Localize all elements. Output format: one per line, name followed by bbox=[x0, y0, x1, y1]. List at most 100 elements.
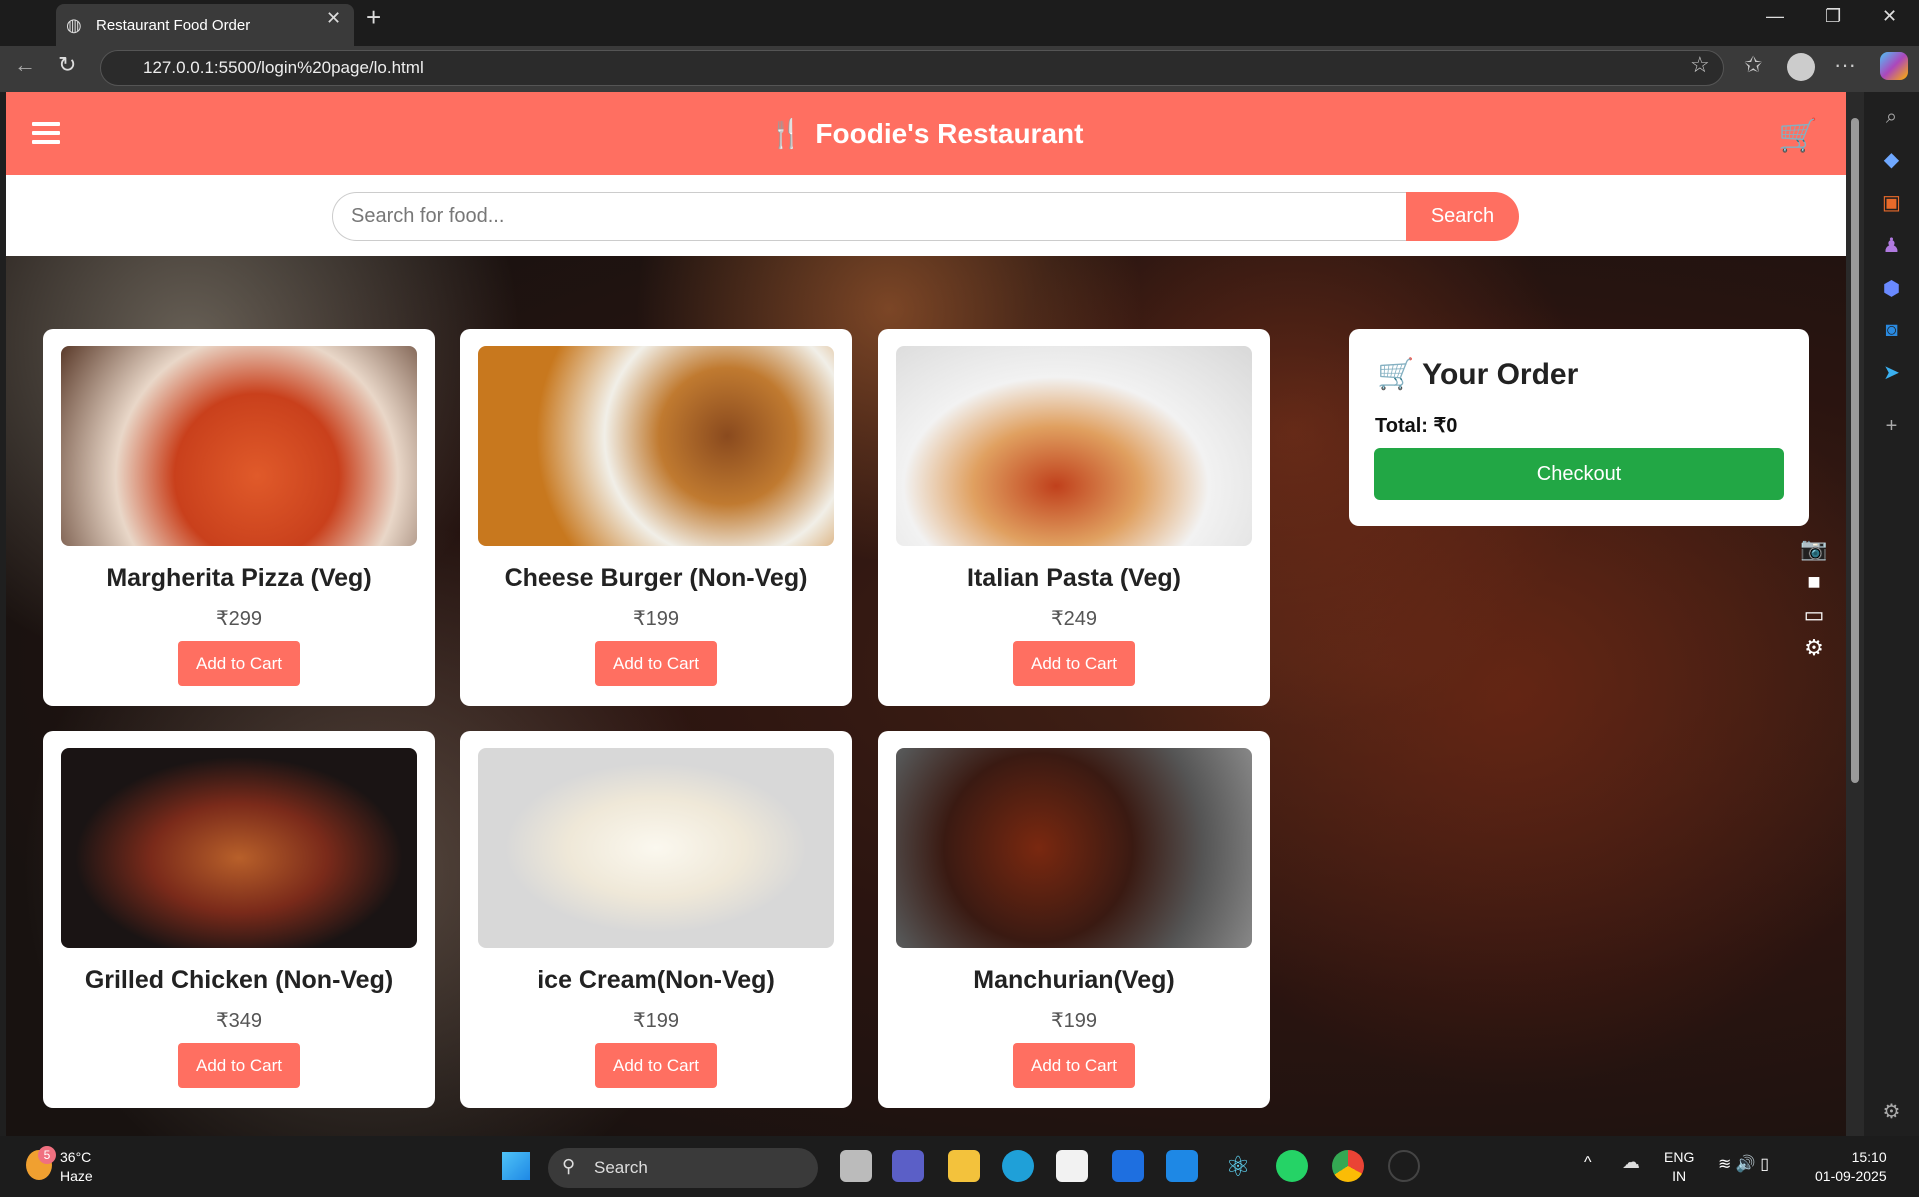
item-price: ₹299 bbox=[215, 608, 263, 630]
menu-card: ice Cream(Non-Veg) ₹199 Add to Cart bbox=[460, 731, 852, 1108]
taskbar-search-text: Search bbox=[594, 1158, 648, 1177]
close-tab-icon[interactable]: ✕ bbox=[326, 8, 341, 29]
search-icon: ⚲ bbox=[562, 1156, 576, 1176]
browser-tab[interactable]: Restaurant Food Order bbox=[56, 4, 354, 46]
language-indicator[interactable]: ENG IN bbox=[1664, 1148, 1694, 1186]
profile-avatar[interactable] bbox=[1787, 53, 1815, 81]
add-icon[interactable]: + bbox=[1864, 415, 1919, 438]
menu-card: Cheese Burger (Non-Veg) ₹199 Add to Cart bbox=[460, 329, 852, 706]
briefcase-icon[interactable]: ▣ bbox=[1864, 190, 1919, 215]
star-icon[interactable]: ☆ bbox=[1690, 52, 1710, 78]
order-title-text: Your Order bbox=[1422, 358, 1579, 391]
edge-icon[interactable] bbox=[1002, 1150, 1034, 1182]
cloud-icon[interactable]: ☁ bbox=[1622, 1152, 1640, 1173]
taskbar: 5 36°C Haze Search ⚲ ⚛ ^ ☁ ENG IN ≋ 🔊 ▯ 15… bbox=[0, 1136, 1919, 1197]
send-icon[interactable]: ➤ bbox=[1864, 360, 1919, 385]
add-to-cart-button[interactable]: Add to Cart bbox=[1013, 1043, 1135, 1088]
video-icon[interactable]: ■ bbox=[1794, 565, 1834, 598]
camera-icon[interactable]: 📷 bbox=[1794, 532, 1834, 565]
item-price: ₹199 bbox=[632, 1010, 680, 1032]
order-title: 🛒 Your Order bbox=[1377, 357, 1578, 392]
task-view-icon[interactable] bbox=[840, 1150, 872, 1182]
add-to-cart-button[interactable]: Add to Cart bbox=[595, 641, 717, 686]
app-icon[interactable] bbox=[1112, 1150, 1144, 1182]
url-text: 127.0.0.1:5500/login%20page/lo.html bbox=[143, 58, 424, 77]
windows-start-icon[interactable] bbox=[502, 1152, 530, 1180]
add-to-cart-button[interactable]: Add to Cart bbox=[1013, 641, 1135, 686]
cart-icon[interactable]: 🛒 bbox=[1778, 116, 1818, 154]
item-name: ice Cream(Non-Veg) bbox=[537, 966, 775, 994]
clock[interactable]: 15:10 01-09-2025 bbox=[1815, 1148, 1887, 1186]
favorites-icon[interactable]: ✩ bbox=[1744, 52, 1762, 78]
item-name: Grilled Chicken (Non-Veg) bbox=[84, 966, 394, 994]
menu-card: Grilled Chicken (Non-Veg) ₹349 Add to Ca… bbox=[43, 731, 435, 1108]
copilot-app-icon[interactable]: ⬢ bbox=[1864, 276, 1919, 301]
site-title-text: Foodie's Restaurant bbox=[815, 117, 1084, 149]
pizza-image bbox=[61, 346, 417, 546]
maximize-icon[interactable]: ❐ bbox=[1825, 6, 1841, 27]
ice-cream-image bbox=[478, 748, 834, 948]
item-price: ₹199 bbox=[1050, 1010, 1098, 1032]
minimize-icon[interactable]: — bbox=[1766, 6, 1784, 27]
search-input[interactable] bbox=[332, 192, 1406, 241]
order-panel: 🛒 Your Order Total: ₹0 Checkout bbox=[1349, 329, 1809, 526]
search-icon[interactable]: ⌕ bbox=[1864, 106, 1919, 129]
item-price: ₹349 bbox=[215, 1010, 263, 1032]
site-title: 🍴 Foodie's Restaurant bbox=[6, 92, 1846, 175]
scrollbar-thumb[interactable] bbox=[1851, 118, 1859, 783]
close-window-icon[interactable]: ✕ bbox=[1882, 6, 1897, 27]
settings-icon[interactable]: ⚙ bbox=[1864, 1099, 1919, 1124]
region-text: IN bbox=[1672, 1168, 1687, 1184]
browser-sidebar: ⌕ ◆ ▣ ♟ ⬢ ◙ ➤ + ⚙ bbox=[1864, 92, 1919, 1136]
new-tab-icon[interactable]: + bbox=[366, 2, 381, 33]
add-to-cart-button[interactable]: Add to Cart bbox=[595, 1043, 717, 1088]
taskbar-search[interactable]: Search bbox=[548, 1148, 818, 1188]
add-to-cart-button[interactable]: Add to Cart bbox=[178, 1043, 300, 1088]
games-icon[interactable]: ♟ bbox=[1864, 233, 1919, 258]
fork-knife-icon: 🍴 bbox=[768, 118, 804, 149]
copilot-icon[interactable] bbox=[1880, 52, 1908, 80]
search-button[interactable]: Search bbox=[1406, 192, 1519, 241]
temperature: 36°C bbox=[60, 1149, 92, 1165]
vscode-icon[interactable] bbox=[1166, 1150, 1198, 1182]
react-icon[interactable]: ⚛ bbox=[1222, 1150, 1254, 1182]
checkout-button[interactable]: Checkout bbox=[1374, 448, 1784, 500]
teams-icon[interactable] bbox=[892, 1150, 924, 1182]
capture-toolbar: 📷 ■ ▭ ⚙ bbox=[1794, 532, 1834, 664]
chevron-up-icon[interactable]: ^ bbox=[1584, 1154, 1592, 1172]
item-price: ₹199 bbox=[632, 608, 680, 630]
web-page: 🍴 Foodie's Restaurant 🛒 Search Margherita… bbox=[6, 92, 1846, 1136]
item-price: ₹249 bbox=[1050, 608, 1098, 630]
outlook-icon[interactable]: ◙ bbox=[1864, 319, 1919, 342]
menu-card: Margherita Pizza (Veg) ₹299 Add to Cart bbox=[43, 329, 435, 706]
item-name: Manchurian(Veg) bbox=[973, 966, 1175, 994]
more-icon[interactable]: ··· bbox=[1834, 52, 1856, 78]
date: 01-09-2025 bbox=[1815, 1168, 1887, 1184]
globe-icon: ◍ bbox=[66, 15, 82, 35]
settings-icon[interactable]: ⚙ bbox=[1794, 631, 1834, 664]
weather-text: Haze bbox=[60, 1168, 93, 1184]
item-name: Italian Pasta (Veg) bbox=[967, 564, 1181, 592]
window-icon[interactable]: ▭ bbox=[1794, 598, 1834, 631]
item-name: Margherita Pizza (Veg) bbox=[106, 564, 372, 592]
back-icon[interactable]: ← bbox=[14, 52, 36, 78]
store-icon[interactable] bbox=[1056, 1150, 1088, 1182]
address-bar[interactable]: 127.0.0.1:5500/login%20page/lo.html bbox=[100, 50, 1724, 86]
lang-text: ENG bbox=[1664, 1149, 1695, 1165]
wifi-volume-battery-icons[interactable]: ≋ 🔊 ▯ bbox=[1718, 1154, 1769, 1174]
item-name: Cheese Burger (Non-Veg) bbox=[504, 564, 808, 592]
notification-badge: 5 bbox=[38, 1146, 56, 1164]
tag-icon[interactable]: ◆ bbox=[1864, 147, 1919, 172]
burger-image bbox=[478, 346, 834, 546]
whatsapp-icon[interactable] bbox=[1276, 1150, 1308, 1182]
weather-widget[interactable]: 36°C Haze bbox=[60, 1148, 93, 1186]
add-to-cart-button[interactable]: Add to Cart bbox=[178, 641, 300, 686]
cart-icon: 🛒 bbox=[1377, 358, 1415, 391]
reload-icon[interactable]: ↻ bbox=[58, 52, 76, 78]
file-explorer-icon[interactable] bbox=[948, 1150, 980, 1182]
pasta-image bbox=[896, 346, 1252, 546]
chrome-icon[interactable] bbox=[1332, 1150, 1364, 1182]
wordpress-icon[interactable] bbox=[1388, 1150, 1420, 1182]
tab-title: Restaurant Food Order bbox=[96, 16, 251, 34]
chicken-image bbox=[61, 748, 417, 948]
